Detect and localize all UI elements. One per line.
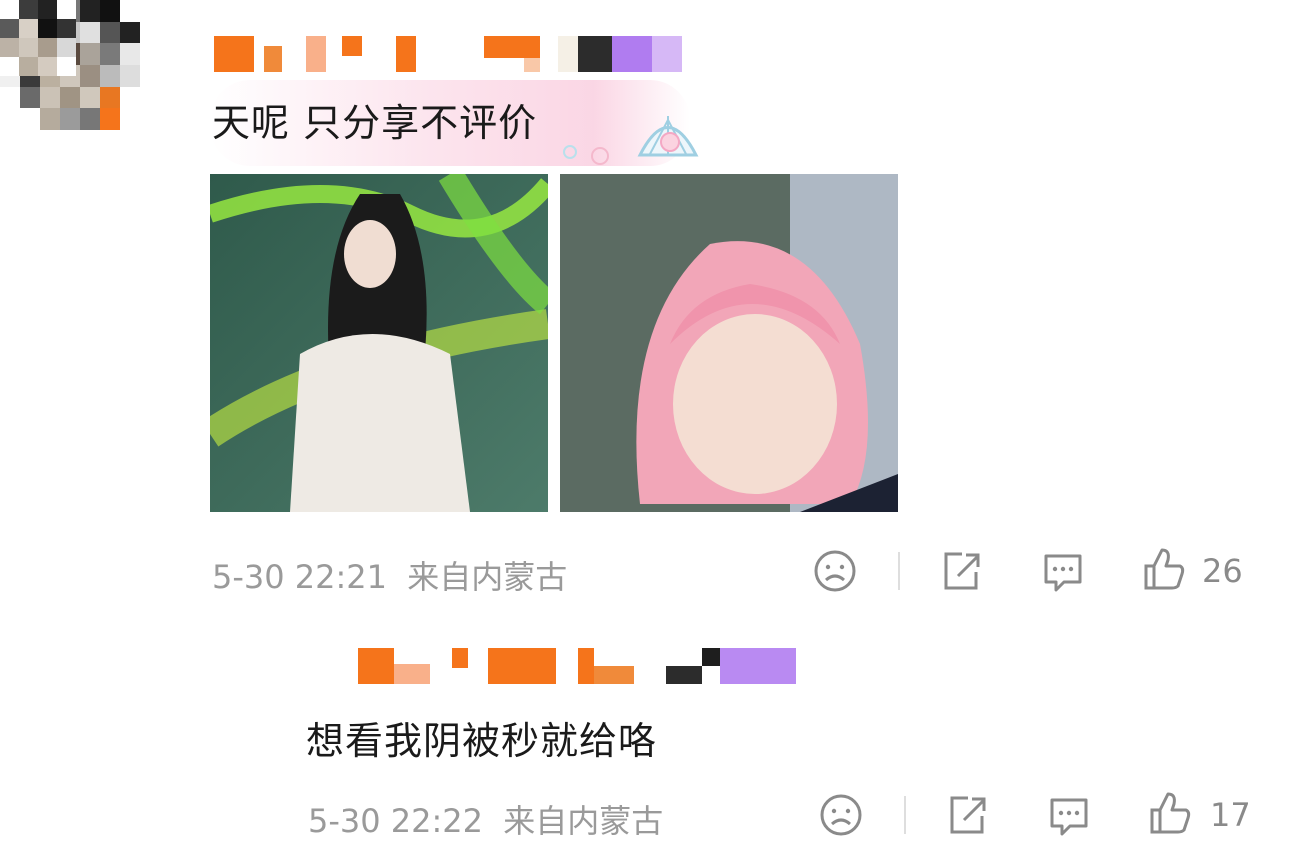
reply-username[interactable]: [310, 648, 796, 684]
divider: [904, 796, 906, 834]
thumbs-up-icon[interactable]: [1148, 790, 1194, 836]
username[interactable]: [214, 36, 684, 72]
comment-source: 来自内蒙古: [407, 558, 568, 596]
reply-source: 来自内蒙古: [503, 802, 664, 840]
comment-icon[interactable]: [1040, 548, 1086, 594]
photo-1-icon: [210, 174, 548, 512]
shell-decoration-icon: [563, 116, 699, 165]
divider: [898, 552, 900, 590]
share-icon[interactable]: [938, 548, 984, 594]
photo-1[interactable]: [210, 174, 548, 512]
reply-like-count: 17: [1210, 796, 1251, 834]
comment-timestamp: 5-30 22:21: [212, 558, 388, 596]
reply-avatar[interactable]: [0, 0, 76, 206]
thumbs-up-icon[interactable]: [1142, 546, 1188, 592]
photo-2[interactable]: [560, 174, 898, 512]
comment-text: 天呢 只分享不评价: [212, 101, 538, 145]
photo-2-icon: [560, 174, 898, 512]
sad-face-icon[interactable]: [818, 792, 864, 838]
share-icon[interactable]: [944, 792, 990, 838]
like-count: 26: [1202, 552, 1243, 590]
reply-timestamp: 5-30 22:22: [308, 802, 484, 840]
comment-icon[interactable]: [1046, 792, 1092, 838]
sad-face-icon[interactable]: [812, 548, 858, 594]
reply-text: 想看我阴被秒就给咯: [306, 719, 658, 763]
